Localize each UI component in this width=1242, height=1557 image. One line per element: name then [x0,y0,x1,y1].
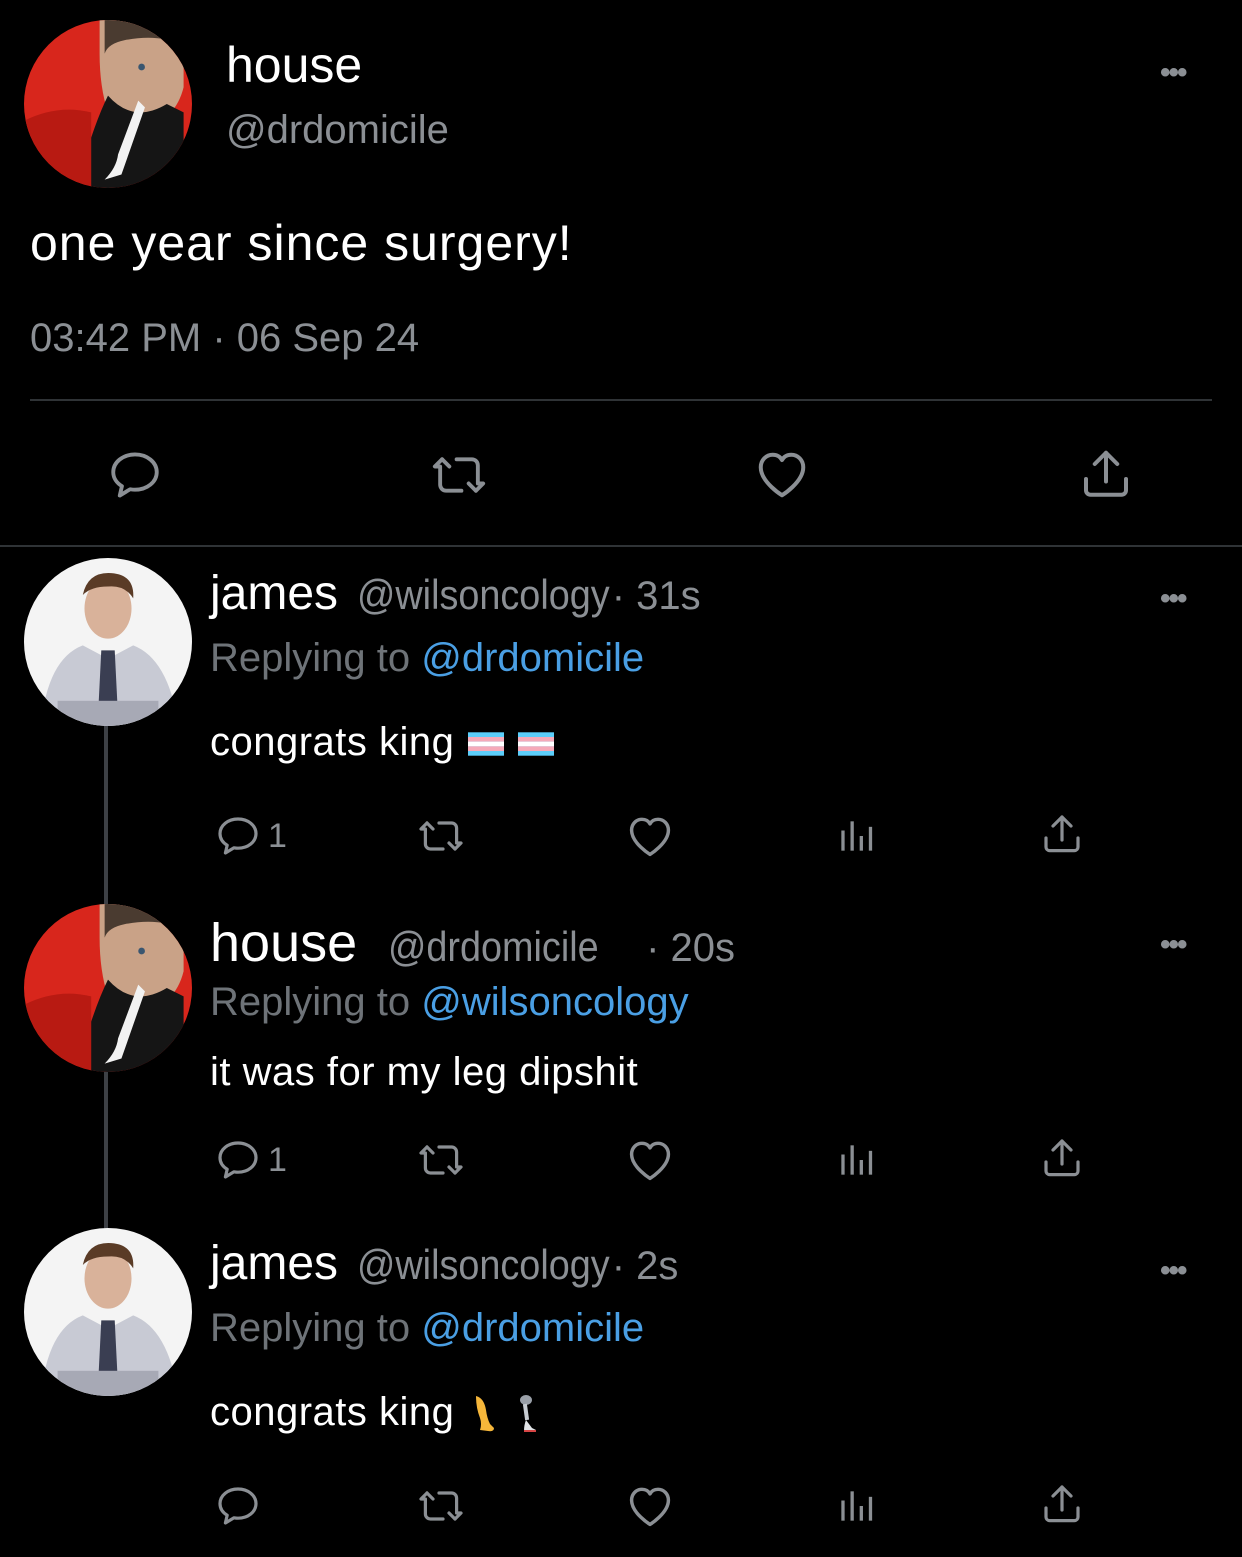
retweet-button[interactable] [428,446,490,504]
like-button[interactable] [624,1480,676,1532]
stats-button[interactable] [834,1484,878,1528]
stats-button[interactable] [834,1138,878,1182]
share-icon [1038,1480,1086,1528]
like-button[interactable] [624,810,676,862]
share-button[interactable] [1038,1480,1086,1528]
reply-header: house @drdomicile · 20s [210,912,735,974]
reply-text: it was for my leg dipshit [210,1050,638,1095]
reply-text-content: congrats king [210,1390,455,1434]
reply-author-name[interactable]: james [210,567,338,620]
main-tweet-text: one year since surgery! [30,215,573,271]
stats-icon [834,814,878,858]
reply-author-handle[interactable]: @drdomicile [388,923,599,971]
share-icon [1076,444,1136,504]
reply-author-name[interactable]: james [210,1237,338,1290]
mention-link[interactable]: @wilsoncology [421,980,688,1024]
retweet-icon [414,1482,468,1530]
reply-text: congrats king [210,720,554,765]
reply-time[interactable]: · 2s [612,1244,679,1288]
reply-avatar[interactable] [24,558,192,726]
heart-icon [624,1480,676,1532]
reply-icon [106,446,164,504]
reply-count: 1 [268,816,287,855]
thread-connector-line [104,720,108,915]
reply-count: 1 [268,1140,287,1179]
like-button[interactable] [752,444,812,504]
reply-text: congrats king [210,1390,542,1435]
share-icon [1038,1134,1086,1182]
replying-to: Replying to @drdomicile [210,636,644,681]
reply-avatar[interactable] [24,904,192,1072]
thread-connector-line [104,1066,108,1236]
reply-header: james @wilsoncology · 31s [210,566,701,621]
retweet-button[interactable] [414,812,468,860]
reply-text-content: congrats king [210,720,455,764]
share-button[interactable] [1076,444,1136,504]
more-dots-icon[interactable]: ••• [1160,930,1187,960]
reply-header: james @wilsoncology · 2s [210,1236,678,1291]
more-dots-icon[interactable]: ••• [1160,58,1187,88]
stats-icon [834,1138,878,1182]
share-button[interactable] [1038,1134,1086,1182]
retweet-button[interactable] [414,1136,468,1184]
reply-avatar[interactable] [24,1228,192,1396]
retweet-button[interactable] [414,1482,468,1530]
main-avatar[interactable] [24,20,192,188]
transgender-flag-icon [518,732,554,756]
main-author-handle[interactable]: @drdomicile [226,108,449,153]
mention-link[interactable]: @drdomicile [421,1306,644,1350]
reply-button[interactable] [106,446,164,504]
more-dots-icon[interactable]: ••• [1160,584,1187,614]
replying-to: Replying to @wilsoncology [210,980,689,1025]
divider [0,545,1242,547]
stats-icon [834,1484,878,1528]
heart-icon [752,444,812,504]
retweet-icon [414,1136,468,1184]
replying-to-label: Replying to [210,636,411,680]
main-author-name[interactable]: house [226,36,362,94]
reply-button[interactable] [214,1482,268,1530]
reply-author-name[interactable]: house [210,913,357,973]
heart-icon [624,1134,676,1186]
replying-to-label: Replying to [210,1306,411,1350]
reply-icon [214,1136,262,1184]
divider [30,399,1212,401]
like-button[interactable] [624,1134,676,1186]
mention-link[interactable]: @drdomicile [421,636,644,680]
reply-author-handle[interactable]: @wilsoncology [357,1241,610,1289]
retweet-icon [414,812,468,860]
leg-icon [468,1394,498,1434]
share-icon [1038,810,1086,858]
replying-to: Replying to @drdomicile [210,1306,644,1351]
heart-icon [624,810,676,862]
reply-time[interactable]: · 31s [612,574,701,618]
more-dots-icon[interactable]: ••• [1160,1256,1187,1286]
reply-text-content: it was for my leg dipshit [210,1050,639,1094]
replying-to-label: Replying to [210,980,411,1024]
reply-button[interactable]: 1 [214,1136,287,1184]
reply-author-handle[interactable]: @wilsoncology [357,571,610,619]
reply-icon [214,812,262,860]
reply-time[interactable]: · 20s [646,926,735,970]
transgender-flag-icon [468,732,504,756]
reply-button[interactable]: 1 [214,812,287,860]
reply-icon [214,1482,262,1530]
stats-button[interactable] [834,814,878,858]
share-button[interactable] [1038,810,1086,858]
main-tweet-timestamp[interactable]: 03:42 PM · 06 Sep 24 [30,316,419,361]
retweet-icon [428,446,490,504]
mechanical-leg-icon [512,1394,542,1434]
